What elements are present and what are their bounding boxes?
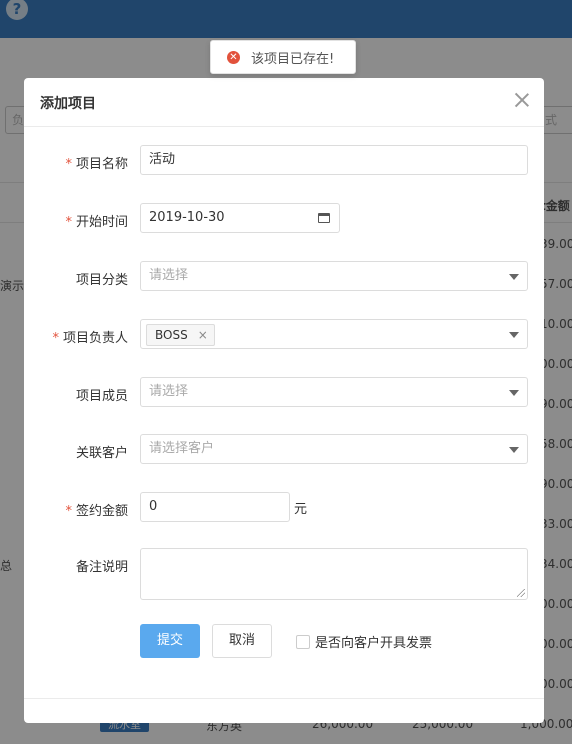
start-date-value: 2019-10-30 xyxy=(149,210,225,225)
field-label: 关联客户 xyxy=(75,446,128,461)
invoice-option[interactable]: 是否向客户开具发票 xyxy=(296,632,432,651)
amount-input[interactable]: 0 xyxy=(140,492,290,522)
chevron-down-icon xyxy=(509,332,519,338)
start-date-input[interactable]: 2019-10-30 xyxy=(140,203,340,233)
field-label: * 签约金额 xyxy=(65,504,128,519)
error-toast: ✕ 该项目已存在! xyxy=(210,40,356,74)
field-label: * 开始时间 xyxy=(65,215,128,230)
amount-unit: 元 xyxy=(294,502,308,517)
members-select[interactable]: 请选择 xyxy=(140,377,528,407)
submit-button[interactable]: 提交 xyxy=(140,624,200,658)
remark-textarea[interactable] xyxy=(140,548,528,600)
owner-tag: BOSS × xyxy=(146,324,215,346)
chevron-down-icon xyxy=(509,447,519,453)
remove-tag-icon[interactable]: × xyxy=(198,325,208,345)
project-name-input[interactable]: 活动 xyxy=(140,145,528,175)
owner-select[interactable]: BOSS × xyxy=(140,319,528,349)
field-label: 项目成员 xyxy=(75,389,128,404)
members-placeholder: 请选择 xyxy=(149,384,189,399)
field-label: 项目分类 xyxy=(75,273,128,288)
customer-placeholder: 请选择客户 xyxy=(149,441,215,456)
chevron-down-icon xyxy=(509,274,519,280)
invoice-checkbox[interactable] xyxy=(296,634,310,649)
chevron-down-icon xyxy=(509,390,519,396)
add-project-dialog: 添加项目 * 项目名称 活动 * 开始时间 2019-10-30 项目分类 请选择 … xyxy=(24,78,544,723)
dialog-title: 添加项目 xyxy=(40,96,96,112)
customer-select[interactable]: 请选择客户 xyxy=(140,434,528,464)
field-label: 备注说明 xyxy=(75,560,128,575)
toast-message: 该项目已存在! xyxy=(251,51,335,67)
cancel-button[interactable]: 取消 xyxy=(212,624,272,658)
error-icon: ✕ xyxy=(227,50,240,64)
dialog-footer-divider xyxy=(24,698,544,699)
close-icon[interactable] xyxy=(514,92,530,108)
owner-tag-label: BOSS xyxy=(155,328,188,342)
dialog-header: 添加项目 xyxy=(24,78,544,127)
field-label: * 项目名称 xyxy=(65,157,128,172)
category-select[interactable]: 请选择 xyxy=(140,261,528,291)
calendar-icon[interactable] xyxy=(318,213,330,223)
invoice-checkbox-label[interactable]: 是否向客户开具发票 xyxy=(315,632,432,651)
resize-handle[interactable] xyxy=(517,589,525,597)
field-label: * 项目负责人 xyxy=(52,331,128,346)
category-placeholder: 请选择 xyxy=(149,268,189,283)
